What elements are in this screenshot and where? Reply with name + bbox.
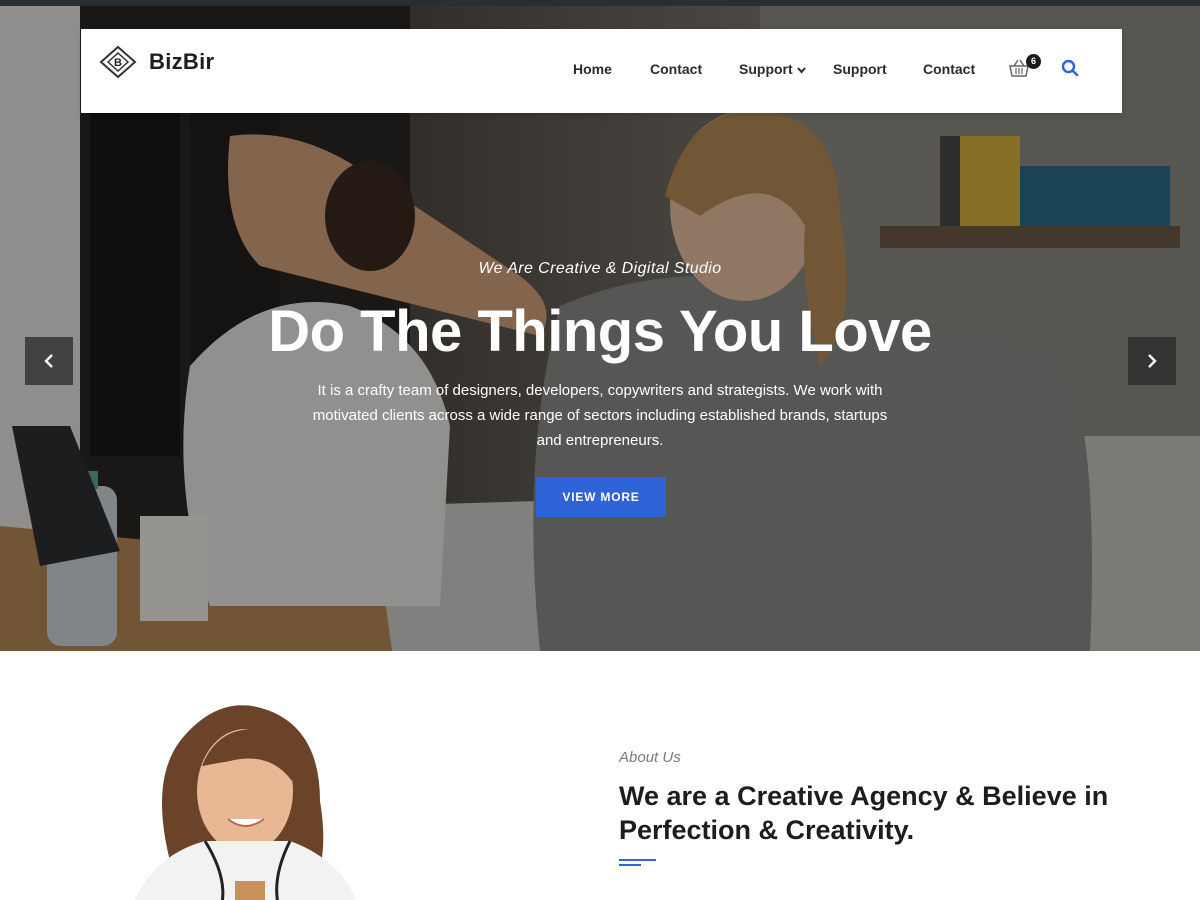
slider-prev-button[interactable]	[25, 337, 73, 385]
view-more-button[interactable]: VIEW MORE	[536, 477, 666, 517]
hero-tagline: We Are Creative & Digital Studio	[478, 260, 722, 277]
menu-item-support[interactable]: Support	[833, 61, 887, 77]
hero-title: Do The Things You Love	[268, 299, 932, 364]
chevron-right-icon	[1148, 354, 1157, 368]
search-button[interactable]	[1061, 59, 1079, 77]
slider-next-button[interactable]	[1128, 337, 1176, 385]
chevron-down-icon	[796, 65, 806, 77]
search-icon	[1061, 59, 1079, 77]
cart-count-badge: 6	[1026, 54, 1041, 69]
menu-item-contact-2[interactable]: Contact	[923, 61, 975, 77]
about-woman-photo	[134, 705, 356, 900]
chevron-left-icon	[44, 354, 53, 368]
about-section: About Us We are a Creative Agency & Beli…	[0, 651, 1200, 900]
heading-underline-short	[619, 864, 641, 866]
menu-item-contact[interactable]: Contact	[650, 61, 702, 77]
hero-description: It is a crafty team of designers, develo…	[312, 382, 888, 449]
heading-underline	[619, 859, 656, 861]
primary-menu: Home Contact Support Support Contact	[81, 29, 1122, 113]
about-kicker: About Us	[619, 749, 681, 766]
menu-item-home[interactable]: Home	[573, 61, 612, 77]
main-navbar: B BizBir Home Contact Support Support Co…	[81, 29, 1122, 113]
about-heading: We are a Creative Agency & Believe in Pe…	[619, 781, 1109, 845]
menu-item-support-dropdown[interactable]: Support	[739, 61, 806, 77]
